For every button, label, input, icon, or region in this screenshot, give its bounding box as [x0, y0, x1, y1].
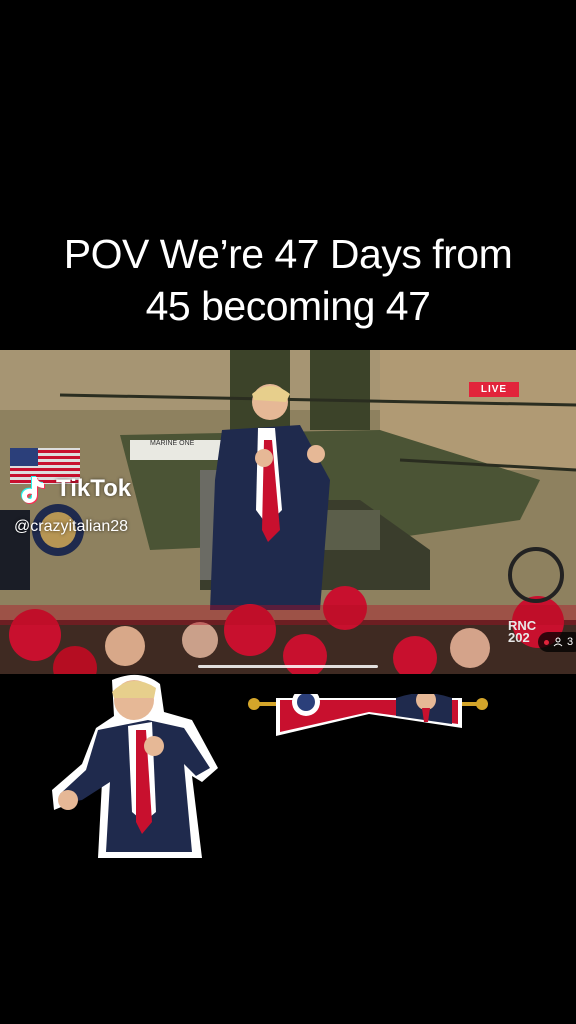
- helicopter-marking: MARINE ONE: [150, 440, 195, 447]
- caption-line-1: POV We’re 47 Days from: [63, 231, 513, 277]
- creator-handle: @crazyitalian28: [14, 518, 129, 535]
- viewer-count: 3: [567, 636, 574, 648]
- tiktok-video-screen[interactable]: POV We’re 47 Days from 45 becoming 47 MA…: [0, 0, 576, 1024]
- viewer-count-pill: 3: [538, 632, 576, 652]
- video-caption: POV We’re 47 Days from 45 becoming 47: [0, 228, 576, 332]
- video-scrub-bar[interactable]: [198, 665, 378, 668]
- tiktok-brand-text: TikTok: [56, 475, 132, 502]
- rally-scene-image: MARINE ONE: [0, 350, 576, 674]
- tiktok-note-icon: [21, 476, 45, 504]
- rnc-logo: RNC 202: [508, 619, 536, 645]
- recording-dot-icon: [544, 639, 549, 645]
- dancing-man-sticker[interactable]: [52, 672, 220, 862]
- live-badge: LIVE: [469, 382, 519, 397]
- embedded-video-frame[interactable]: MARINE ONE LIVE TikTok @crazyitalian28 R…: [0, 350, 576, 674]
- caption-line-2: 45 becoming 47: [145, 283, 431, 329]
- person-icon: [553, 637, 563, 647]
- tiktok-watermark: TikTok: [18, 473, 131, 505]
- rnc-logo-line-2: 202: [508, 630, 530, 645]
- portrait-banner-sticker[interactable]: [246, 694, 490, 738]
